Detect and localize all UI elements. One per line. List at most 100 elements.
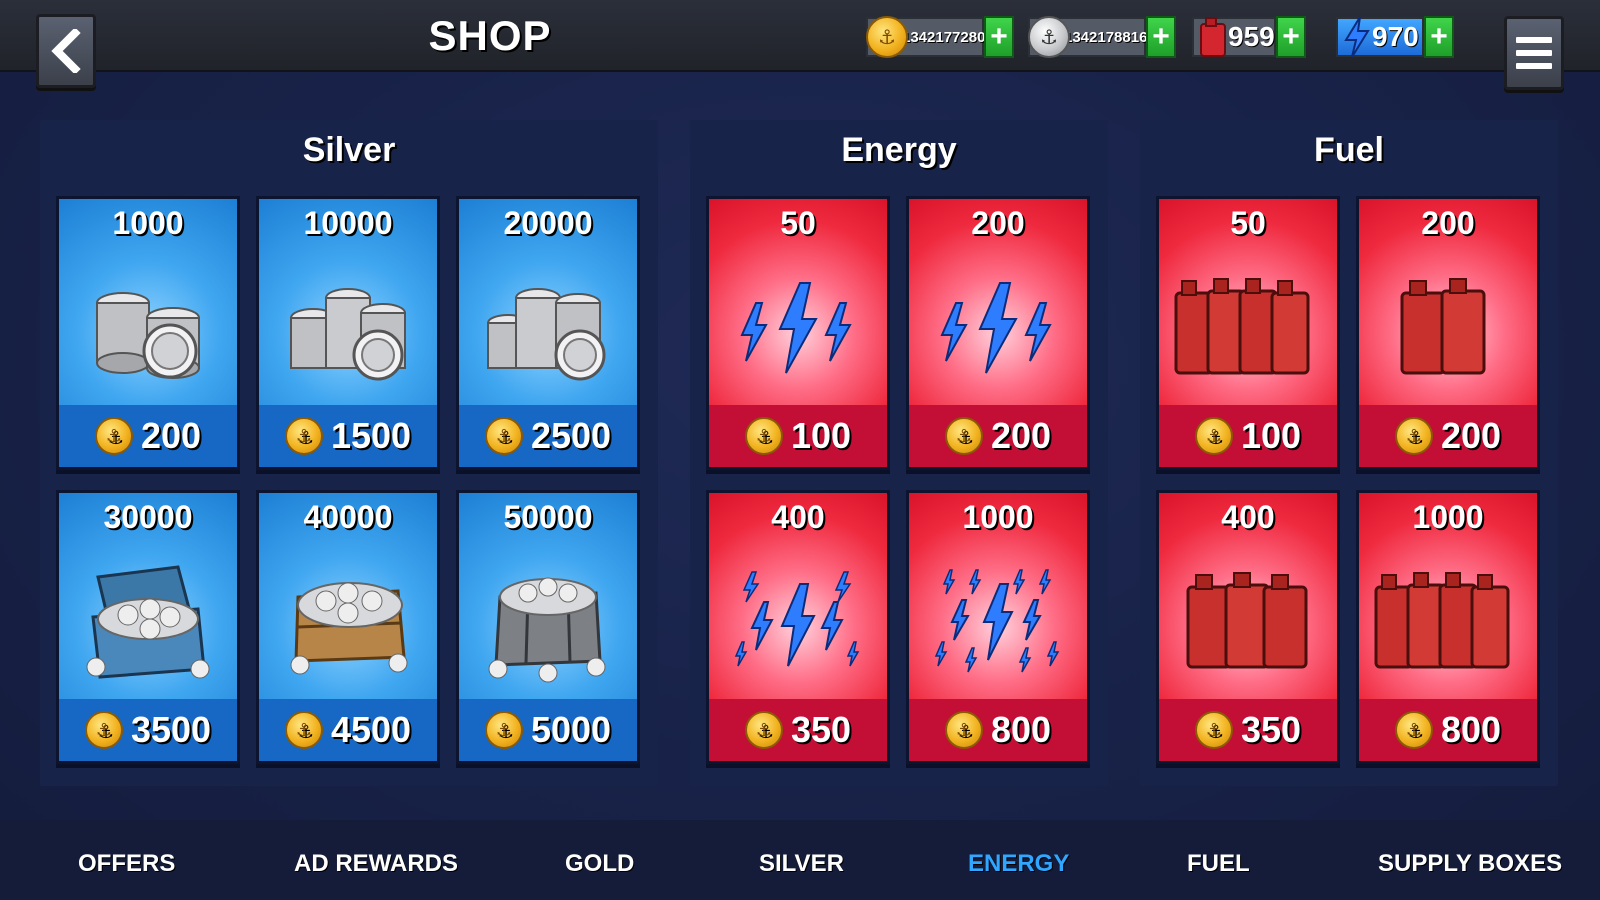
add-fuel-button[interactable]: + [1276, 16, 1306, 58]
silver-offer-card[interactable]: 10000 ⚓ 1500 [256, 196, 440, 470]
tab-energy[interactable]: ENERGY [968, 850, 1069, 878]
lightning-icon [909, 547, 1087, 697]
silver-offer-card[interactable]: 1000 ⚓ 200 [56, 196, 240, 470]
offer-amount: 50 [1230, 205, 1266, 241]
offer-amount: 1000 [112, 205, 184, 241]
offer-price: ⚓ 350 [709, 699, 887, 761]
gold-coin-icon: ⚓ [484, 417, 523, 455]
page-title: SHOP [428, 12, 552, 59]
offer-amount: 400 [771, 499, 825, 535]
fuel-can-icon [1192, 16, 1234, 58]
fuel-offer-card[interactable]: 200 ⚓ 200 [1356, 196, 1540, 470]
offer-amount: 1000 [1412, 499, 1484, 535]
silver-offer-card[interactable]: 30000 ⚓ 3500 [56, 490, 240, 764]
silver-chest-icon [59, 547, 237, 697]
gold-coin-icon: ⚓ [94, 417, 133, 455]
panel-title: Energy [841, 131, 957, 169]
price-value: 200 [1440, 415, 1502, 456]
silver-offer-card[interactable]: 50000 ⚓ 5000 [456, 490, 640, 764]
offer-amount: 1000 [962, 499, 1034, 535]
silver-crate-icon [259, 547, 437, 697]
offer-amount: 200 [1421, 205, 1475, 241]
gold-coin-icon: ⚓ [944, 417, 983, 455]
panel-title: Silver [302, 131, 396, 169]
silver-offer-card[interactable]: 20000 ⚓ 2500 [456, 196, 640, 470]
offer-amount: 200 [971, 205, 1025, 241]
offer-price: ⚓ 100 [1159, 405, 1337, 467]
jerrycan-icon [1359, 547, 1537, 697]
lightning-icon [909, 253, 1087, 403]
offer-amount: 50 [780, 205, 816, 241]
jerrycan-icon [1159, 253, 1337, 403]
offer-amount: 20000 [503, 205, 593, 241]
offer-price: ⚓ 200 [909, 405, 1087, 467]
offer-price: ⚓ 5000 [459, 699, 637, 761]
gold-coin-icon: ⚓ [284, 711, 323, 749]
lightning-icon [709, 253, 887, 403]
gold-coin-icon: ⚓ [84, 711, 123, 749]
gold-coin-icon: ⚓ [484, 711, 523, 749]
silver-vault-icon [459, 547, 637, 697]
offer-amount: 30000 [103, 499, 193, 535]
offer-price: ⚓ 200 [59, 405, 237, 467]
offer-price: ⚓ 800 [909, 699, 1087, 761]
fuel-offer-card[interactable]: 400 ⚓ 350 [1156, 490, 1340, 764]
tab-fuel[interactable]: FUEL [1187, 850, 1250, 878]
tab-supply-boxes[interactable]: SUPPLY BOXES [1378, 850, 1562, 878]
add-silver-button[interactable]: + [1146, 16, 1176, 58]
price-value: 200 [140, 415, 202, 456]
energy-offer-card[interactable]: 1000 ⚓ 800 [906, 490, 1090, 764]
tab-gold[interactable]: GOLD [565, 850, 634, 878]
offer-amount: 50000 [503, 499, 593, 535]
tab-silver[interactable]: SILVER [759, 850, 844, 878]
back-button[interactable] [36, 14, 96, 88]
fuel-resource: 959 + [1192, 14, 1306, 60]
gold-coin-icon: ⚓ [944, 711, 983, 749]
offer-amount: 40000 [303, 499, 393, 535]
price-value: 350 [1240, 709, 1302, 750]
offer-amount: 400 [1221, 499, 1275, 535]
price-value: 800 [990, 709, 1052, 750]
price-value: 1500 [330, 415, 412, 456]
offer-price: ⚓ 100 [709, 405, 887, 467]
fuel-offer-card[interactable]: 1000 ⚓ 800 [1356, 490, 1540, 764]
gold-resource: ⚓ 1342177280 + [866, 14, 1014, 60]
silver-resource: ⚓ 1342178816 + [1028, 14, 1176, 60]
gold-coin-icon: ⚓ [1394, 417, 1433, 455]
energy-offer-card[interactable]: 50 ⚓ 100 [706, 196, 890, 470]
offer-amount: 10000 [303, 205, 393, 241]
price-value: 100 [790, 415, 852, 456]
price-value: 2500 [530, 415, 612, 456]
price-value: 3500 [130, 709, 212, 750]
chevron-left-icon [51, 29, 81, 73]
bottom-tab-bar: OFFERS AD REWARDS GOLD SILVER ENERGY FUE… [0, 820, 1600, 900]
silver-stack-icon [259, 253, 437, 403]
gold-coin-icon: ⚓ [284, 417, 323, 455]
offer-price: ⚓ 350 [1159, 699, 1337, 761]
offer-price: ⚓ 2500 [459, 405, 637, 467]
offer-price: ⚓ 800 [1359, 699, 1537, 761]
add-energy-button[interactable]: + [1424, 16, 1454, 58]
lightning-icon [1336, 16, 1378, 58]
offer-price: ⚓ 1500 [259, 405, 437, 467]
price-value: 100 [1240, 415, 1302, 456]
menu-line [1516, 63, 1552, 69]
tab-offers[interactable]: OFFERS [78, 850, 175, 878]
jerrycan-icon [1159, 547, 1337, 697]
lightning-icon [709, 547, 887, 697]
jerrycan-icon [1359, 253, 1537, 403]
menu-button[interactable] [1504, 16, 1564, 90]
gold-coin-icon: ⚓ [744, 711, 783, 749]
menu-line [1516, 37, 1552, 43]
add-gold-button[interactable]: + [984, 16, 1014, 58]
gold-coin-icon: ⚓ [1194, 417, 1233, 455]
silver-offer-card[interactable]: 40000 ⚓ 4500 [256, 490, 440, 764]
panel-title: Fuel [1314, 131, 1384, 169]
price-value: 4500 [330, 709, 412, 750]
energy-offer-card[interactable]: 200 ⚓ 200 [906, 196, 1090, 470]
price-value: 350 [790, 709, 852, 750]
tab-ad-rewards[interactable]: AD REWARDS [294, 850, 458, 878]
fuel-offer-card[interactable]: 50 ⚓ 100 [1156, 196, 1340, 470]
gold-coin-icon: ⚓ [1194, 711, 1233, 749]
energy-offer-card[interactable]: 400 ⚓ 350 [706, 490, 890, 764]
